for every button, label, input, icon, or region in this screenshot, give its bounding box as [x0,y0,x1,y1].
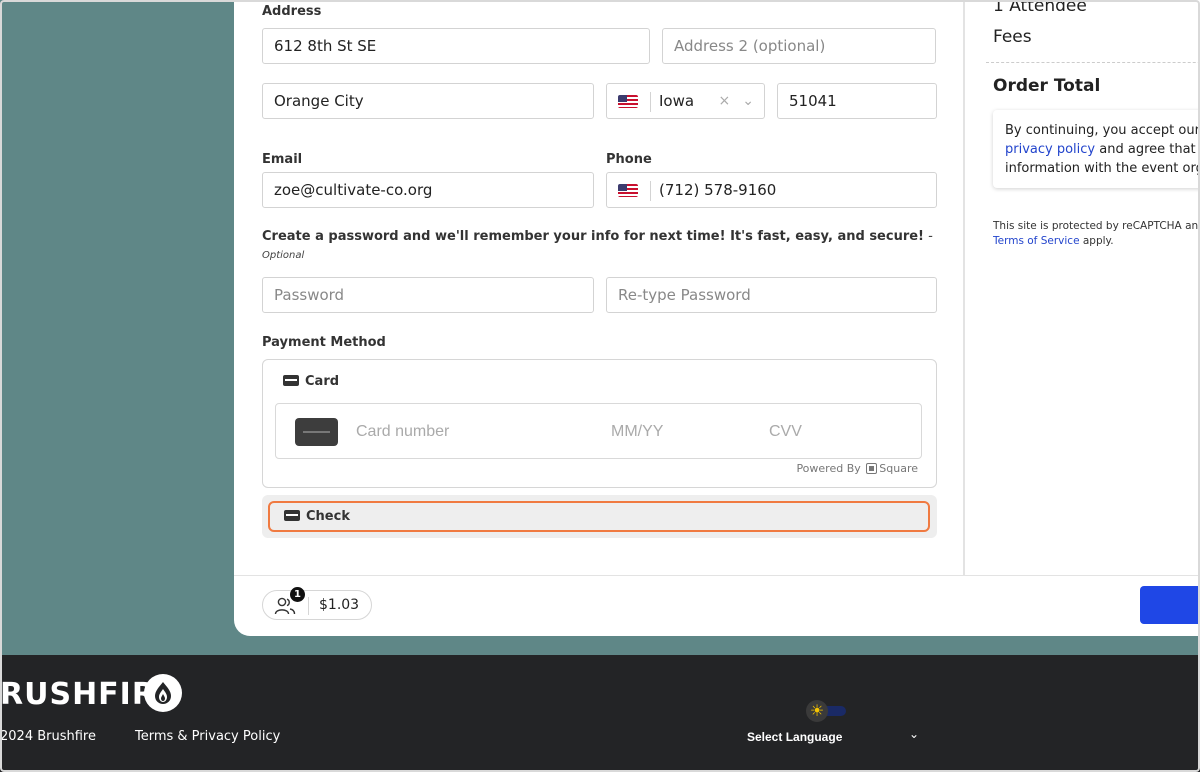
recaptcha-line1: This site is protected by reCAPTCHA and [993,220,1200,232]
state-select[interactable]: Iowa × ⌄ [606,83,765,119]
powered-by-square: Powered By Square [796,462,918,475]
checkout-form: Address 612 8th St SE Address 2 (optiona… [234,0,964,575]
pill-separator [308,597,309,615]
cvv-input[interactable]: CVV [769,423,802,441]
flame-logo-icon[interactable] [144,674,182,712]
check-payment-option: Check [262,495,937,538]
credit-card-icon [283,375,299,386]
zip-input[interactable]: 51041 [777,83,937,119]
theme-toggle[interactable]: ☀ [806,700,848,722]
summary-attendee: 1 Attendee [993,0,1087,16]
consent-notice: By continuing, you accept our privacy po… [993,110,1200,188]
square-card-input[interactable]: Card number MM/YY CVV [275,403,922,459]
cart-total: $1.03 [319,597,360,613]
recaptcha-apply: apply. [1079,235,1114,247]
consent-line1: By continuing, you accept our [1005,123,1200,138]
check-icon [284,510,300,521]
terms-privacy-link[interactable]: Terms & Privacy Policy [135,729,280,744]
powered-by-text: Powered By [796,462,861,475]
sun-icon: ☀ [806,700,828,722]
language-select[interactable]: Select Language [747,730,842,744]
clear-icon[interactable]: × [719,93,731,109]
privacy-policy-link[interactable]: privacy policy [1005,142,1095,157]
password-hint-text: Create a password and we'll remember you… [262,229,924,244]
state-controls: × ⌄ [707,84,754,118]
square-text: Square [879,462,918,475]
retype-password-input[interactable]: Re-type Password [606,277,937,313]
check-option-label: Check [306,509,350,524]
card-option-label: Card [305,374,340,389]
checkout-card: Address 612 8th St SE Address 2 (optiona… [234,0,1200,636]
order-total-label: Order Total [993,76,1101,96]
consent-line3: information with the event organizer [1005,161,1200,176]
payment-method-label: Payment Method [262,335,386,350]
continue-button[interactable] [1140,586,1200,624]
address-label: Address [262,4,322,19]
chevron-down-icon[interactable]: ⌄ [742,93,754,109]
check-option-button[interactable]: Check [268,501,930,532]
cart-summary-pill[interactable]: 1 $1.03 [262,587,372,620]
copyright-text: 2024 Brushfire [0,729,96,744]
expiry-input[interactable]: MM/YY [611,423,663,441]
password-hint: Create a password and we'll remember you… [262,229,933,244]
summary-divider [986,62,1200,63]
consent-line2: privacy policy and agree that [1005,140,1200,159]
flag-icon-us[interactable] [618,180,651,201]
consent-line2-rest: and agree that [1095,142,1196,157]
chevron-down-icon[interactable]: ⌄ [909,727,919,741]
phone-label: Phone [606,152,652,167]
recaptcha-line2: Terms of Service apply. [993,234,1200,249]
flag-icon-us [618,91,651,112]
square-logo-icon [866,462,878,474]
email-input[interactable]: zoe@cultivate-co.org [262,172,594,208]
card-brand-icon [295,418,338,446]
site-footer [0,655,1200,772]
city-input[interactable]: Orange City [262,83,594,119]
optional-label: Optional [262,250,305,261]
card-number-input[interactable]: Card number [356,423,449,441]
state-value: Iowa [659,92,695,110]
card-option-header: Card [283,374,339,389]
password-input[interactable]: Password [262,277,594,313]
attendee-count-badge: 1 [290,587,305,602]
column-divider [963,0,965,575]
password-hint-dash: - [924,229,933,244]
phone-input[interactable]: (712) 578-9160 [606,172,937,208]
terms-of-service-link[interactable]: Terms of Service [993,235,1080,247]
email-label: Email [262,152,303,167]
phone-value: (712) 578-9160 [659,181,777,199]
checkout-footer-divider [234,575,1200,576]
summary-fees: Fees [993,27,1032,47]
address-line2-input[interactable]: Address 2 (optional) [662,28,936,64]
address-line1-input[interactable]: 612 8th St SE [262,28,650,64]
recaptcha-notice: This site is protected by reCAPTCHA and … [993,219,1200,249]
card-payment-option[interactable]: Card Card number MM/YY CVV Powered By Sq… [262,359,937,488]
